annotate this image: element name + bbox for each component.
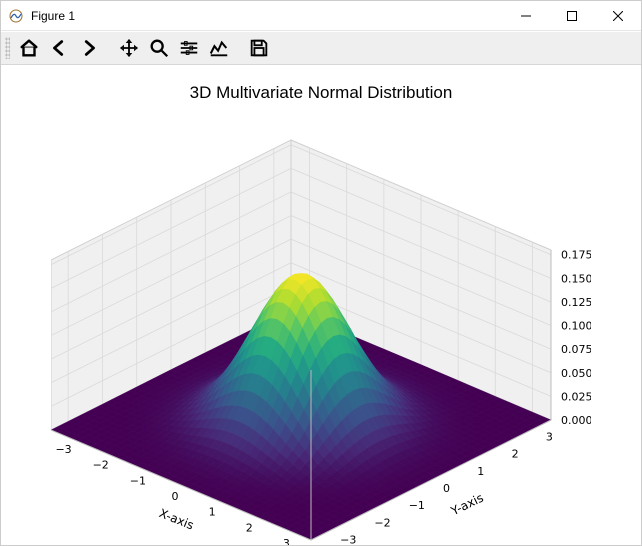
zoom-button[interactable]	[145, 34, 173, 62]
maximize-button[interactable]	[549, 1, 595, 31]
svg-text:0.100: 0.100	[561, 320, 591, 333]
close-button[interactable]	[595, 1, 641, 31]
back-button[interactable]	[45, 34, 73, 62]
svg-text:1: 1	[209, 506, 216, 519]
axes3d[interactable]: −3 −2 −1 0 1 2 3 −3 −2 −1 0 1 2 3 0.000 0.025 0.050 0.075…	[1, 115, 641, 545]
save-button[interactable]	[245, 34, 273, 62]
window-title: Figure 1	[31, 9, 75, 23]
svg-text:0: 0	[172, 490, 179, 503]
chart-title: 3D Multivariate Normal Distribution	[1, 83, 641, 103]
svg-text:0.175: 0.175	[561, 249, 591, 262]
figure-window: Figure 1	[0, 0, 642, 546]
svg-text:0: 0	[443, 482, 450, 495]
subplots-button[interactable]	[175, 34, 203, 62]
minimize-button[interactable]	[503, 1, 549, 31]
svg-text:−2: −2	[374, 516, 390, 529]
svg-text:−3: −3	[55, 443, 71, 456]
svg-text:1: 1	[477, 465, 484, 478]
axis-edit-button[interactable]	[205, 34, 233, 62]
toolbar	[1, 31, 641, 65]
svg-text:0.050: 0.050	[561, 367, 591, 380]
svg-text:0.000: 0.000	[561, 414, 591, 427]
svg-text:−2: −2	[93, 459, 109, 472]
home-button[interactable]	[15, 34, 43, 62]
svg-text:2: 2	[512, 448, 519, 461]
svg-text:3: 3	[546, 431, 553, 444]
svg-text:0.150: 0.150	[561, 272, 591, 285]
svg-text:3: 3	[283, 537, 290, 545]
svg-text:−1: −1	[409, 499, 425, 512]
svg-text:−1: −1	[130, 474, 146, 487]
toolbar-grip	[5, 37, 10, 59]
svg-text:Y-axis: Y-axis	[448, 491, 486, 519]
plot-svg: −3 −2 −1 0 1 2 3 −3 −2 −1 0 1 2 3 0.000 0.025 0.050 0.075…	[51, 125, 591, 545]
svg-text:2: 2	[246, 521, 253, 534]
svg-text:0.075: 0.075	[561, 343, 591, 356]
app-icon	[8, 8, 24, 24]
forward-button[interactable]	[75, 34, 103, 62]
svg-text:0.125: 0.125	[561, 296, 591, 309]
pan-button[interactable]	[115, 34, 143, 62]
svg-text:X-axis: X-axis	[157, 506, 196, 532]
svg-text:−3: −3	[340, 533, 356, 545]
title-bar: Figure 1	[1, 1, 641, 31]
figure-canvas[interactable]: 3D Multivariate Normal Distribution −3 −2…	[1, 65, 641, 545]
svg-text:0.025: 0.025	[561, 390, 591, 403]
